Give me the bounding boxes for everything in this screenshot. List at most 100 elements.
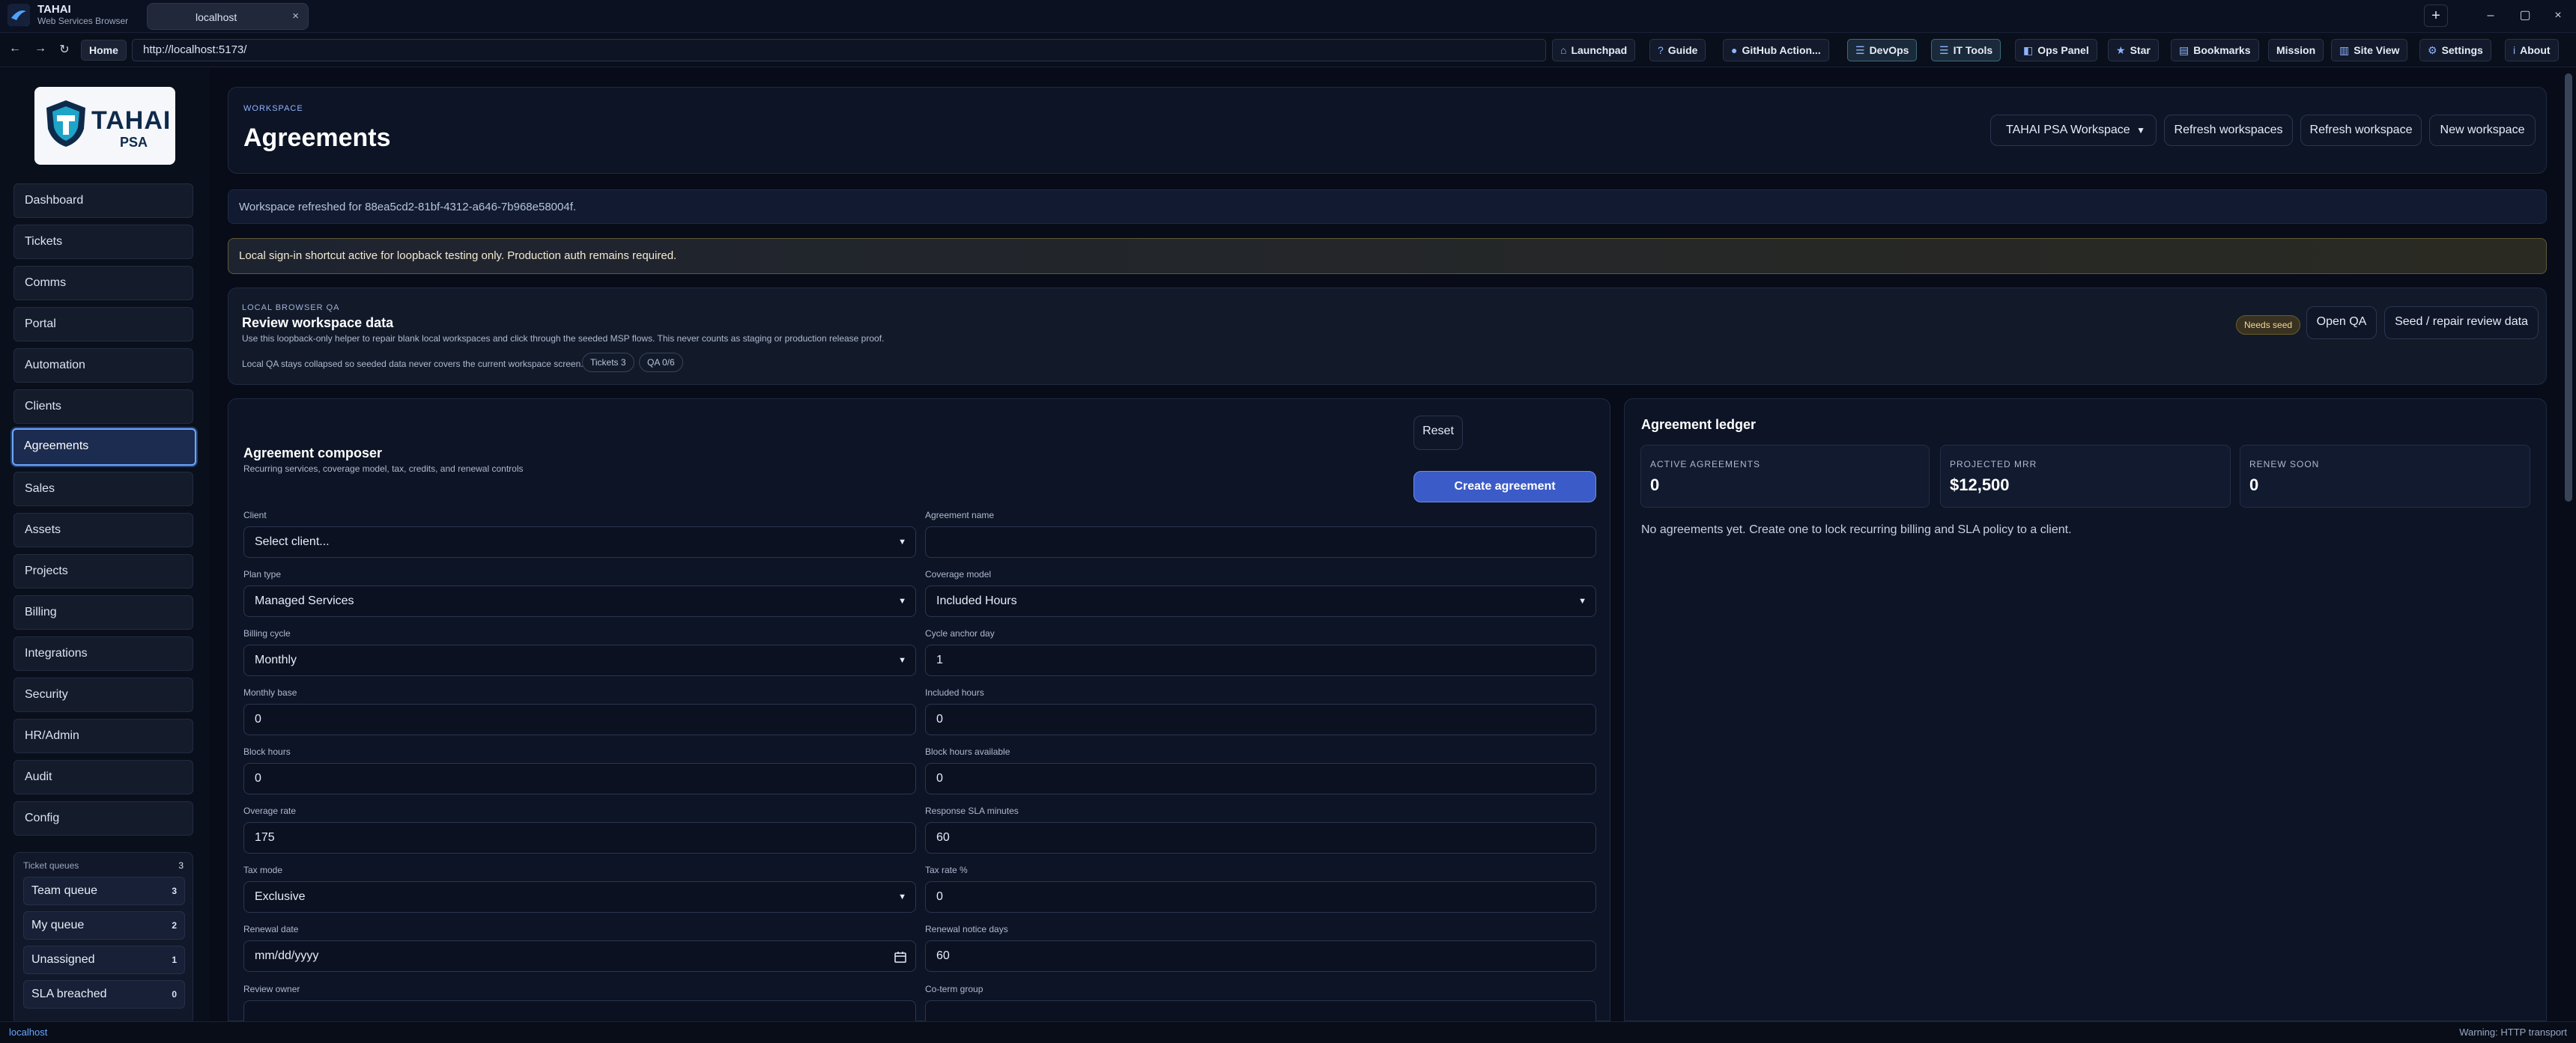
qa-eyebrow: LOCAL BROWSER QA bbox=[242, 303, 340, 312]
sidebar-item-comms[interactable]: Comms bbox=[13, 266, 193, 300]
qa-panel: LOCAL BROWSER QA Review workspace data U… bbox=[228, 288, 2547, 385]
back-icon[interactable]: ← bbox=[6, 42, 24, 55]
devops-button[interactable]: ☰ DevOps bbox=[1847, 39, 1918, 61]
billing-cycle-value: Monthly bbox=[255, 654, 297, 666]
github-actions-button[interactable]: ● GitHub Action... bbox=[1723, 39, 1829, 61]
seed-repair-button[interactable]: Seed / repair review data bbox=[2384, 306, 2539, 339]
create-agreement-button[interactable]: Create agreement bbox=[1413, 471, 1596, 502]
chevron-down-icon: ▼ bbox=[898, 597, 906, 606]
tax-mode-select[interactable]: Exclusive ▼ bbox=[243, 881, 916, 913]
queue-unassigned[interactable]: Unassigned 1 bbox=[23, 946, 185, 974]
mission-button[interactable]: Mission bbox=[2268, 39, 2324, 61]
refresh-workspace-button[interactable]: Refresh workspace bbox=[2300, 115, 2422, 146]
queue-sla-breached[interactable]: SLA breached 0 bbox=[23, 980, 185, 1009]
stat-renew-soon: RENEW SOON 0 bbox=[2240, 445, 2530, 508]
sidebar-item-clients[interactable]: Clients bbox=[13, 389, 193, 424]
renewal-date-label: Renewal date bbox=[243, 924, 299, 934]
sidebar-item-config[interactable]: Config bbox=[13, 801, 193, 836]
client-label: Client bbox=[243, 510, 267, 520]
ops-panel-label: Ops Panel bbox=[2037, 44, 2089, 56]
launchpad-label: Launchpad bbox=[1571, 44, 1628, 56]
signin-warning-banner: Local sign-in shortcut active for loopba… bbox=[228, 238, 2547, 274]
agreement-composer-panel: Agreement composer Recurring services, c… bbox=[228, 398, 1610, 1022]
billing-cycle-select[interactable]: Monthly ▼ bbox=[243, 645, 916, 676]
bookmarks-button[interactable]: ▤ Bookmarks bbox=[2171, 39, 2259, 61]
maximize-icon[interactable]: ▢ bbox=[2514, 6, 2536, 25]
tax-rate-input[interactable]: 0 bbox=[925, 881, 1596, 913]
stat-active-agreements: ACTIVE AGREEMENTS 0 bbox=[1640, 445, 1930, 508]
ops-panel-button[interactable]: ◧ Ops Panel bbox=[2015, 39, 2097, 61]
sidebar-item-assets[interactable]: Assets bbox=[13, 513, 193, 547]
plan-type-select[interactable]: Managed Services ▼ bbox=[243, 586, 916, 617]
sidebar-item-automation[interactable]: Automation bbox=[13, 348, 193, 383]
block-hours-available-input[interactable]: 0 bbox=[925, 763, 1596, 794]
tab-title: localhost bbox=[196, 11, 237, 23]
sidebar-item-portal[interactable]: Portal bbox=[13, 307, 193, 341]
shield-logo-icon bbox=[46, 100, 85, 147]
included-hours-input[interactable]: 0 bbox=[925, 704, 1596, 735]
new-tab-button[interactable]: + bbox=[2424, 4, 2448, 27]
github-actions-label: GitHub Action... bbox=[1742, 44, 1821, 56]
new-workspace-button[interactable]: New workspace bbox=[2429, 115, 2536, 146]
tax-mode-value: Exclusive bbox=[255, 890, 306, 903]
launchpad-button[interactable]: ⌂ Launchpad bbox=[1552, 39, 1636, 61]
browser-subtitle: Web Services Browser bbox=[37, 16, 129, 26]
overage-rate-input[interactable]: 175 bbox=[243, 822, 916, 854]
settings-button[interactable]: ⚙ Settings bbox=[2419, 39, 2491, 61]
star-label: Star bbox=[2130, 44, 2151, 56]
sidebar-item-tickets[interactable]: Tickets bbox=[13, 225, 193, 259]
sidebar-item-integrations[interactable]: Integrations bbox=[13, 636, 193, 671]
open-qa-button[interactable]: Open QA bbox=[2306, 306, 2377, 339]
stat-value: $12,500 bbox=[1950, 475, 2010, 494]
status-bar: localhost Warning: HTTP transport bbox=[0, 1021, 2576, 1043]
cycle-anchor-input[interactable]: 1 bbox=[925, 645, 1596, 676]
renewal-date-input[interactable]: mm/dd/yyyy bbox=[243, 940, 916, 972]
forward-icon[interactable]: → bbox=[31, 42, 49, 55]
star-icon: ★ bbox=[2116, 44, 2126, 56]
agreement-name-input[interactable] bbox=[925, 526, 1596, 558]
queue-label: SLA breached bbox=[31, 988, 107, 1000]
queue-team[interactable]: Team queue 3 bbox=[23, 877, 185, 905]
client-select[interactable]: Select client... ▼ bbox=[243, 526, 916, 558]
sidebar-item-sales[interactable]: Sales bbox=[13, 472, 193, 506]
star-button[interactable]: ★ Star bbox=[2108, 39, 2159, 61]
sidebar-item-agreements[interactable]: Agreements bbox=[12, 428, 196, 466]
queue-mine[interactable]: My queue 2 bbox=[23, 911, 185, 940]
sidebar-item-hr-admin[interactable]: HR/Admin bbox=[13, 719, 193, 753]
guide-button[interactable]: ? Guide bbox=[1649, 39, 1706, 61]
workspace-select[interactable]: TAHAI PSA Workspace ▼ bbox=[1990, 115, 2157, 146]
renewal-notice-input[interactable]: 60 bbox=[925, 940, 1596, 972]
coverage-model-select[interactable]: Included Hours ▼ bbox=[925, 586, 1596, 617]
sidebar-item-security[interactable]: Security bbox=[13, 678, 193, 712]
page-scrollbar[interactable] bbox=[2565, 73, 2572, 502]
refresh-workspaces-button[interactable]: Refresh workspaces bbox=[2164, 115, 2293, 146]
coterm-group-input[interactable] bbox=[925, 1000, 1596, 1022]
reset-button[interactable]: Reset bbox=[1413, 416, 1463, 450]
sidebar-item-billing[interactable]: Billing bbox=[13, 595, 193, 630]
minimize-icon[interactable]: – bbox=[2479, 6, 2502, 25]
review-owner-input[interactable] bbox=[243, 1000, 916, 1022]
stat-label: ACTIVE AGREEMENTS bbox=[1650, 459, 1761, 469]
qa-tickets-chip: Tickets 3 bbox=[582, 353, 634, 372]
url-input[interactable]: http://localhost:5173/ bbox=[132, 39, 1546, 61]
site-view-label: Site View bbox=[2354, 44, 2400, 56]
reload-icon[interactable]: ↻ bbox=[55, 42, 73, 57]
response-sla-input[interactable]: 60 bbox=[925, 822, 1596, 854]
sidebar-item-dashboard[interactable]: Dashboard bbox=[13, 183, 193, 218]
sidebar-item-projects[interactable]: Projects bbox=[13, 554, 193, 589]
block-hours-input[interactable]: 0 bbox=[243, 763, 916, 794]
site-view-button[interactable]: ▥ Site View bbox=[2331, 39, 2408, 61]
chevron-down-icon: ▼ bbox=[898, 656, 906, 665]
sidebar-item-audit[interactable]: Audit bbox=[13, 760, 193, 794]
close-window-icon[interactable]: × bbox=[2547, 6, 2569, 25]
coverage-model-label: Coverage model bbox=[925, 569, 992, 580]
about-button[interactable]: i About bbox=[2505, 39, 2559, 61]
browser-tab[interactable]: localhost × bbox=[147, 3, 309, 30]
calendar-icon[interactable] bbox=[894, 951, 906, 963]
home-button[interactable]: Home bbox=[81, 40, 127, 61]
it-tools-button[interactable]: ☰ IT Tools bbox=[1931, 39, 2001, 61]
renewal-date-value: mm/dd/yyyy bbox=[255, 949, 319, 962]
tab-close-icon[interactable]: × bbox=[292, 10, 299, 22]
menu-icon: ☰ bbox=[1855, 44, 1865, 56]
monthly-base-input[interactable]: 0 bbox=[243, 704, 916, 735]
